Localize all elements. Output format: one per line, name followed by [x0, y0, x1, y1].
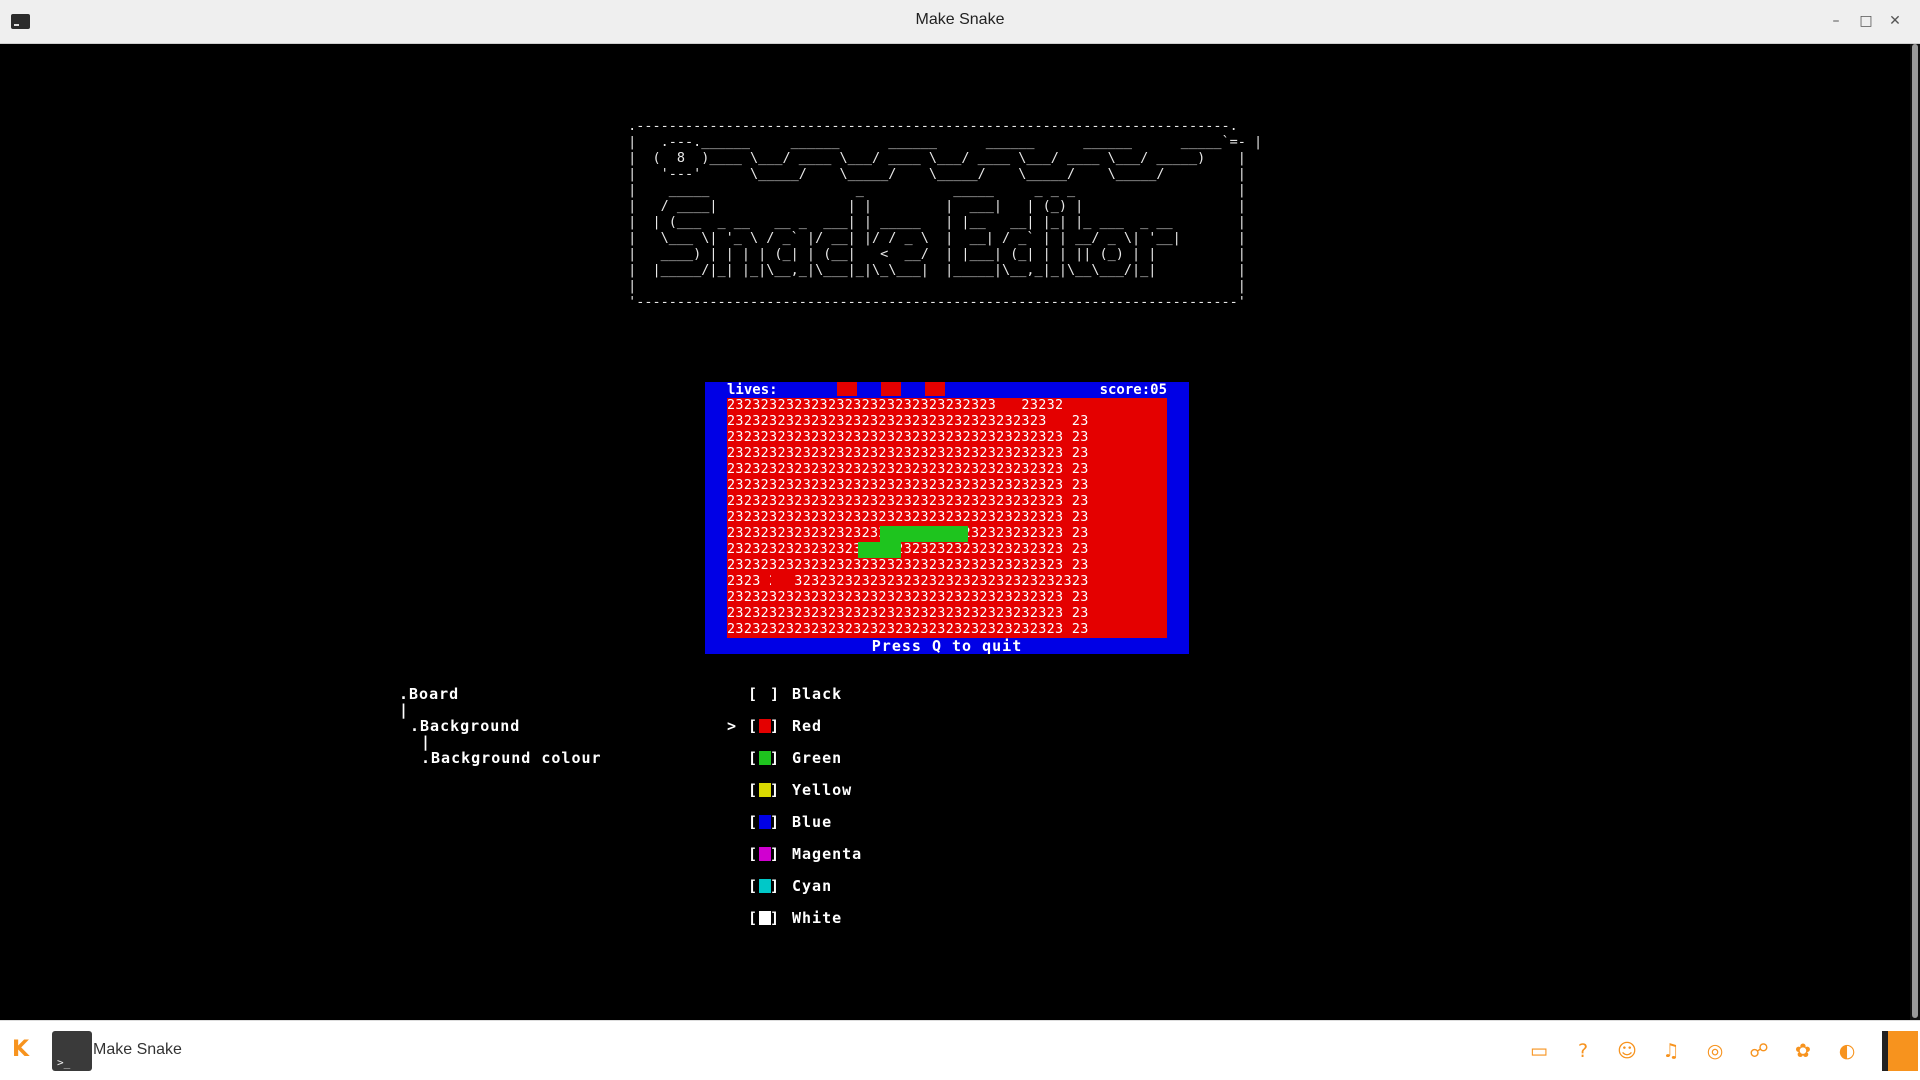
- grid-row: 2323232323232323232323232323232323232323…: [727, 606, 1089, 621]
- colour-option-label: Cyan: [792, 877, 833, 895]
- grid-row: 2323232323232323232323232323232323232323…: [727, 494, 1089, 509]
- grid-row: 2323232323232323232323232323232323232323…: [727, 510, 1089, 525]
- bracket: [: [748, 749, 759, 767]
- empty-cell: [1137, 414, 1159, 430]
- colour-option-label: White: [792, 909, 843, 927]
- window-list-icon[interactable]: ▭: [1526, 1038, 1552, 1064]
- game-hud: lives: score:05: [727, 382, 1167, 398]
- grid-row: 2323232323232323232323232323232323232323…: [727, 446, 1089, 461]
- window-titlebar[interactable]: Make Snake – □ ✕: [0, 0, 1920, 44]
- colour-option-label: Magenta: [792, 845, 863, 863]
- users-icon[interactable]: ☺: [1614, 1038, 1640, 1064]
- application-launcher-icon[interactable]: K: [12, 1037, 29, 1062]
- bracket: [: [748, 877, 759, 895]
- minimize-button[interactable]: –: [1825, 10, 1847, 32]
- bracket: [: [748, 781, 759, 799]
- colour-option-label: Blue: [792, 813, 833, 831]
- bracket: ]: [770, 749, 781, 767]
- grid-row: 2323232323232323232323232323232323232323…: [727, 558, 1089, 573]
- help-icon[interactable]: ?: [1570, 1038, 1596, 1064]
- notifications-icon[interactable]: ♫: [1658, 1038, 1684, 1064]
- bracket: ]: [770, 909, 781, 927]
- bracket: [: [748, 685, 759, 703]
- game-grid: 2323232323232323232323232323232323232323…: [727, 398, 1167, 638]
- grid-row: 23232323232323232323232323232323232323 2…: [727, 414, 1089, 429]
- bracket: ]: [770, 717, 781, 735]
- colour-option-label: Yellow: [792, 781, 853, 799]
- tree-connector: |: [399, 701, 410, 719]
- snake-tail: [858, 542, 901, 558]
- taskbar: K Make Snake ▭ ? ☺ ♫ ◎ ☍ ✿ ◐: [0, 1020, 1920, 1080]
- grid-row: 2323232323232323232323232323232323232323…: [727, 462, 1089, 477]
- menu-item-background-colour[interactable]: .Background colour: [421, 748, 602, 768]
- selection-pointer: >: [727, 717, 738, 735]
- power-icon[interactable]: ◐: [1834, 1038, 1860, 1064]
- life-marker: [837, 382, 857, 396]
- bracket: ]: [770, 781, 781, 799]
- quit-hint: Press Q to quit: [871, 637, 1023, 655]
- empty-cell: [1071, 398, 1093, 414]
- grid-row: 2323232323232323232323232323232323232323…: [727, 542, 1089, 557]
- terminal-scrollbar[interactable]: [1910, 44, 1920, 1020]
- grid-row: 2323232323232323232323232323232323232323…: [727, 430, 1089, 445]
- window-title: Make Snake: [915, 11, 1005, 28]
- bracket: ]: [770, 813, 781, 831]
- grid-row: 2323232323232323232323232323232323232323…: [727, 590, 1089, 605]
- kdeconnect-icon[interactable]: ☍: [1746, 1038, 1772, 1064]
- colour-option-label: Green: [792, 749, 843, 767]
- grid-row: 2323232323232323232323232323232323232323…: [727, 478, 1089, 493]
- bracket: [: [748, 717, 759, 735]
- colour-option-label: Red: [792, 717, 823, 735]
- bracket: ]: [770, 877, 781, 895]
- bracket: [: [748, 909, 759, 927]
- bracket: ]: [770, 685, 781, 703]
- grid-row: 2323232323232323232323232323232323232323…: [727, 622, 1089, 637]
- terminal-task-icon[interactable]: [52, 1031, 92, 1071]
- network-icon[interactable]: ◎: [1702, 1038, 1728, 1064]
- updates-icon[interactable]: ✿: [1790, 1038, 1816, 1064]
- bracket: [: [748, 813, 759, 831]
- game-board-preview: lives: score:05 232323232323232323232323…: [705, 382, 1189, 654]
- close-button[interactable]: ✕: [1884, 10, 1906, 32]
- scrollbar-thumb[interactable]: [1912, 44, 1918, 1018]
- life-marker: [881, 382, 901, 396]
- grid-row: 23232323232323232323232323232323 23232 3: [727, 398, 1081, 413]
- task-label[interactable]: Make Snake: [93, 1041, 182, 1059]
- lives-label: lives:: [727, 382, 778, 398]
- snake-editor-banner: .---------------------------------------…: [628, 118, 1263, 310]
- bracket: ]: [770, 845, 781, 863]
- score-label: score:05: [1099, 382, 1167, 398]
- life-marker: [925, 382, 945, 396]
- food-cell: [771, 574, 793, 590]
- maximize-button[interactable]: □: [1855, 10, 1877, 32]
- colour-option-label: Black: [792, 685, 843, 703]
- show-desktop-button[interactable]: [1882, 1031, 1918, 1071]
- snake-body: [880, 526, 968, 542]
- bracket: [: [748, 845, 759, 863]
